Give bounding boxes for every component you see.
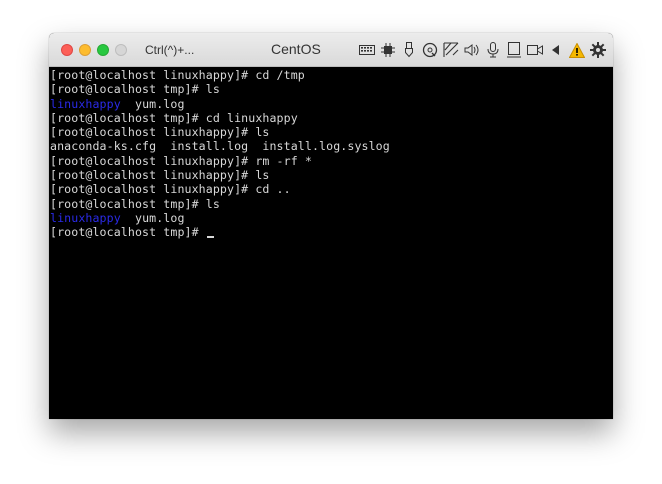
terminal-line: [root@localhost linuxhappy]# cd ..: [50, 182, 291, 197]
zoom-button[interactable]: [97, 44, 109, 56]
minimize-button[interactable]: [79, 44, 91, 56]
terminal-line: [root@localhost linuxhappy]# ls: [50, 168, 270, 183]
warning-icon[interactable]: [568, 39, 586, 61]
close-button[interactable]: [61, 44, 73, 56]
terminal-line: [root@localhost linuxhappy]# ls: [50, 125, 270, 140]
prompt: [root@localhost tmp]#: [50, 225, 206, 240]
file-name: yum.log: [134, 96, 185, 111]
terminal-line: [root@localhost linuxhappy]# rm -rf *: [50, 153, 312, 168]
file-name: yum.log: [134, 210, 185, 225]
terminal-line: [root@localhost tmp]# ls: [50, 82, 220, 97]
audio-icon[interactable]: [463, 39, 481, 61]
terminal-prompt-line: [root@localhost tmp]#: [50, 225, 613, 239]
video-icon[interactable]: [526, 39, 544, 61]
title-bar: Ctrl(^)+... CentOS: [49, 33, 613, 67]
fullscreen-button[interactable]: [115, 44, 127, 56]
terminal-line: linuxhappy yum.log: [50, 97, 613, 111]
toolbar-icons: [358, 39, 607, 61]
keyboard-icon[interactable]: [358, 39, 376, 61]
text-cursor: [206, 236, 214, 239]
terminal-line: anaconda-ks.cfg install.log install.log.…: [50, 139, 390, 154]
terminal-line: [root@localhost tmp]# cd linuxhappy: [50, 110, 298, 125]
optical-disc-icon[interactable]: [421, 39, 439, 61]
send-key-shortcut[interactable]: Ctrl(^)+...: [145, 43, 194, 57]
terminal-line: [root@localhost tmp]# ls: [50, 196, 220, 211]
cpu-icon[interactable]: [379, 39, 397, 61]
directory-name: linuxhappy: [50, 210, 121, 225]
vm-window: Ctrl(^)+... CentOS [root@localhost linux…: [49, 33, 613, 419]
terminal-screen[interactable]: [root@localhost linuxhappy]# cd /tmp [ro…: [49, 67, 613, 419]
sound-icon[interactable]: [547, 39, 565, 61]
window-title: CentOS: [271, 41, 321, 57]
microphone-icon[interactable]: [484, 39, 502, 61]
directory-name: linuxhappy: [50, 96, 121, 111]
network-icon[interactable]: [442, 39, 460, 61]
display-icon[interactable]: [505, 39, 523, 61]
terminal-line: linuxhappy yum.log: [50, 211, 613, 225]
terminal-line: [root@localhost linuxhappy]# cd /tmp: [50, 68, 305, 82]
gear-icon[interactable]: [589, 39, 607, 61]
usb-icon[interactable]: [400, 39, 418, 61]
